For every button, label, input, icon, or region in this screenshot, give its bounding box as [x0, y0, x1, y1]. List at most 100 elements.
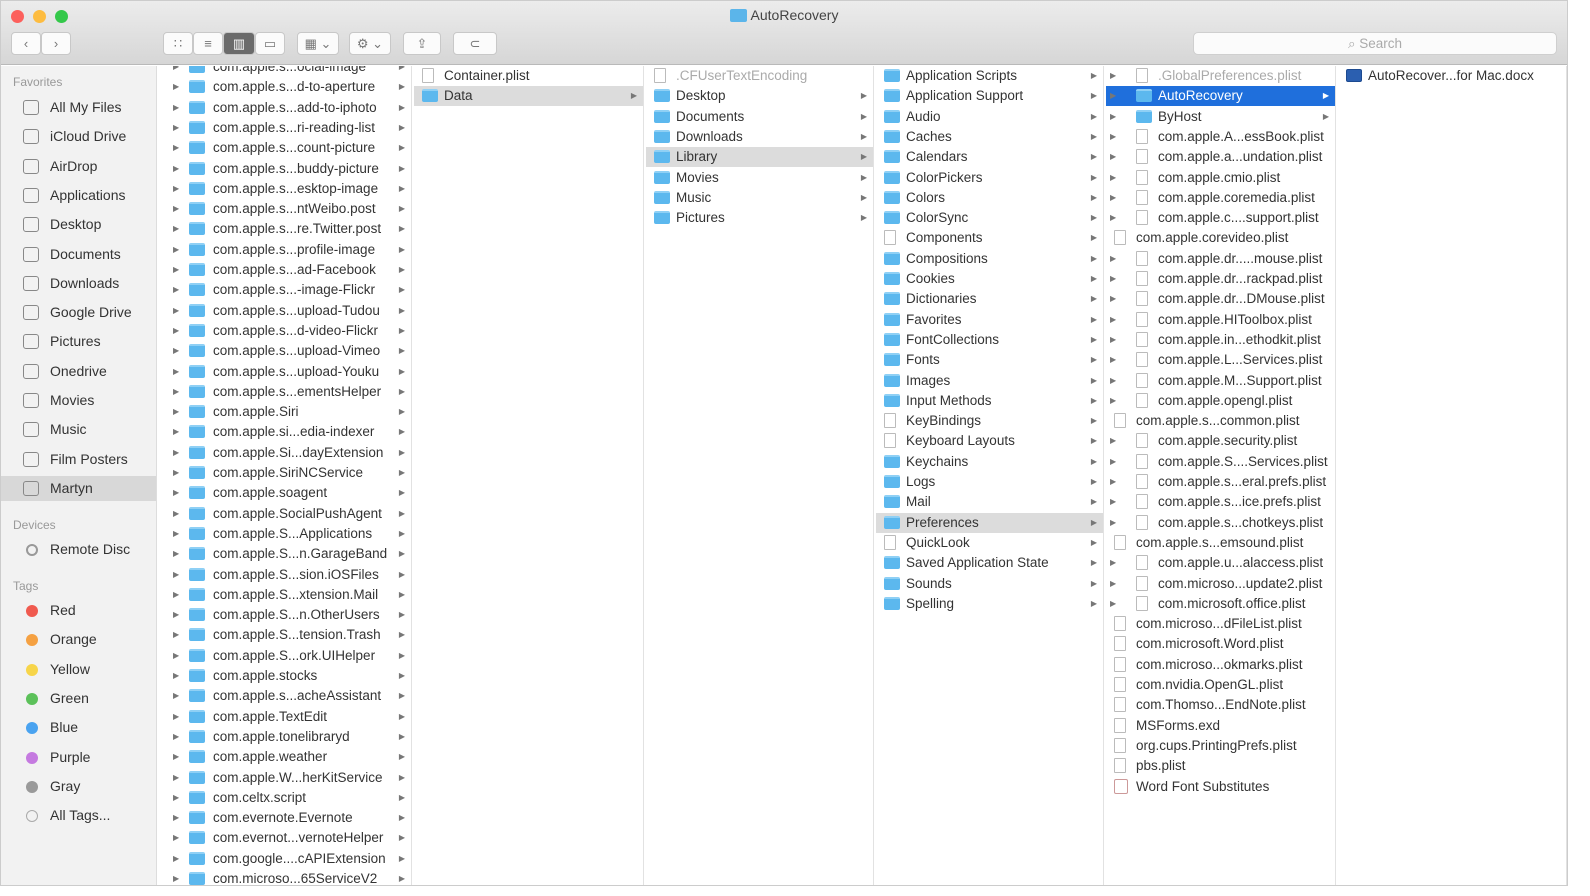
file-row[interactable]: org.cups.PrintingPrefs.plist: [1106, 736, 1335, 756]
folder-row[interactable]: Music▶: [646, 188, 873, 208]
folder-row[interactable]: ▶com.apple.si...edia-indexer▶: [159, 422, 411, 442]
folder-row[interactable]: Input Methods▶: [876, 391, 1103, 411]
folder-row[interactable]: ▶com.apple.s...ad-Facebook▶: [159, 260, 411, 280]
forward-button[interactable]: ›: [41, 32, 71, 55]
disclosure-triangle-icon[interactable]: ▶: [1110, 147, 1116, 167]
folder-row[interactable]: ▶com.apple.s...re.Twitter.post▶: [159, 219, 411, 239]
folder-row[interactable]: ▶com.apple.S...tension.Trash▶: [159, 625, 411, 645]
file-row[interactable]: ▶com.apple.opengl.plist: [1106, 391, 1335, 411]
list-view-button[interactable]: ≡: [193, 32, 223, 55]
disclosure-triangle-icon[interactable]: ▶: [1110, 289, 1116, 309]
folder-row[interactable]: Desktop▶: [646, 86, 873, 106]
disclosure-triangle-icon[interactable]: ▶: [173, 646, 179, 666]
folder-row[interactable]: Audio▶: [876, 107, 1103, 127]
folder-row[interactable]: ▶com.apple.SiriNCService▶: [159, 463, 411, 483]
disclosure-triangle-icon[interactable]: ▶: [173, 280, 179, 300]
sidebar-tag-alltags[interactable]: All Tags...: [1, 803, 156, 828]
folder-row[interactable]: ▶com.apple.s...count-picture▶: [159, 138, 411, 158]
sidebar-item-desktop[interactable]: Desktop: [1, 212, 156, 237]
sidebar-item-martyn[interactable]: Martyn: [1, 476, 156, 501]
disclosure-triangle-icon[interactable]: ▶: [173, 301, 179, 321]
disclosure-triangle-icon[interactable]: ▶: [173, 118, 179, 138]
disclosure-triangle-icon[interactable]: ▶: [173, 443, 179, 463]
file-row[interactable]: ▶com.apple.L...Services.plist: [1106, 350, 1335, 370]
disclosure-triangle-icon[interactable]: ▶: [1110, 431, 1116, 451]
disclosure-triangle-icon[interactable]: ▶: [173, 524, 179, 544]
file-row[interactable]: .CFUserTextEncoding: [646, 66, 873, 86]
disclosure-triangle-icon[interactable]: ▶: [173, 849, 179, 869]
folder-row[interactable]: Pictures▶: [646, 208, 873, 228]
folder-row[interactable]: ▶com.apple.stocks▶: [159, 666, 411, 686]
disclosure-triangle-icon[interactable]: ▶: [1110, 66, 1116, 86]
folder-row[interactable]: ▶com.microso...65ServiceV2▶: [159, 869, 411, 886]
disclosure-triangle-icon[interactable]: ▶: [1110, 574, 1116, 594]
disclosure-triangle-icon[interactable]: ▶: [173, 828, 179, 848]
disclosure-triangle-icon[interactable]: ▶: [173, 159, 179, 179]
sidebar-item-downloads[interactable]: Downloads: [1, 271, 156, 296]
file-row[interactable]: pbs.plist: [1106, 756, 1335, 776]
folder-row[interactable]: ▶AutoRecovery▶: [1106, 86, 1335, 106]
folder-row[interactable]: Dictionaries▶: [876, 289, 1103, 309]
disclosure-triangle-icon[interactable]: ▶: [1110, 594, 1116, 614]
folder-row[interactable]: ▶com.apple.weather▶: [159, 747, 411, 767]
tag-button[interactable]: ⊂: [453, 32, 497, 55]
folder-row[interactable]: Images▶: [876, 371, 1103, 391]
disclosure-triangle-icon[interactable]: ▶: [173, 179, 179, 199]
folder-row[interactable]: ▶com.apple.S...n.OtherUsers▶: [159, 605, 411, 625]
column-view-button[interactable]: ▥: [223, 32, 255, 55]
file-row[interactable]: QuickLook▶: [876, 533, 1103, 553]
disclosure-triangle-icon[interactable]: ▶: [1110, 472, 1116, 492]
file-row[interactable]: com.microso...dFileList.plist: [1106, 614, 1335, 634]
file-row[interactable]: AutoRecover...for Mac.docx: [1338, 66, 1566, 86]
file-row[interactable]: com.apple.s...common.plist: [1106, 411, 1335, 431]
file-row[interactable]: Keyboard Layouts▶: [876, 431, 1103, 451]
disclosure-triangle-icon[interactable]: ▶: [1110, 127, 1116, 147]
disclosure-triangle-icon[interactable]: ▶: [173, 219, 179, 239]
disclosure-triangle-icon[interactable]: ▶: [173, 869, 179, 886]
file-row[interactable]: MSForms.exd: [1106, 716, 1335, 736]
folder-row[interactable]: ▶com.apple.TextEdit▶: [159, 707, 411, 727]
disclosure-triangle-icon[interactable]: ▶: [173, 321, 179, 341]
disclosure-triangle-icon[interactable]: ▶: [173, 585, 179, 605]
disclosure-triangle-icon[interactable]: ▶: [173, 260, 179, 280]
file-row[interactable]: com.nvidia.OpenGL.plist: [1106, 675, 1335, 695]
back-button[interactable]: ‹: [11, 32, 41, 55]
sidebar-tag-blue[interactable]: Blue: [1, 715, 156, 740]
folder-row[interactable]: Keychains▶: [876, 452, 1103, 472]
sidebar-tag-yellow[interactable]: Yellow: [1, 657, 156, 682]
disclosure-triangle-icon[interactable]: ▶: [173, 504, 179, 524]
folder-row[interactable]: Cookies▶: [876, 269, 1103, 289]
folder-row[interactable]: Colors▶: [876, 188, 1103, 208]
file-row[interactable]: ▶com.apple.A...essBook.plist: [1106, 127, 1335, 147]
disclosure-triangle-icon[interactable]: ▶: [173, 463, 179, 483]
sidebar-item-airdrop[interactable]: AirDrop: [1, 154, 156, 179]
folder-row[interactable]: ▶com.apple.S...ork.UIHelper▶: [159, 646, 411, 666]
disclosure-triangle-icon[interactable]: ▶: [173, 686, 179, 706]
disclosure-triangle-icon[interactable]: ▶: [173, 788, 179, 808]
disclosure-triangle-icon[interactable]: ▶: [173, 666, 179, 686]
sidebar-tag-orange[interactable]: Orange: [1, 627, 156, 652]
sidebar-tag-gray[interactable]: Gray: [1, 774, 156, 799]
sidebar-item-film-posters[interactable]: Film Posters: [1, 447, 156, 472]
disclosure-triangle-icon[interactable]: ▶: [173, 768, 179, 788]
disclosure-triangle-icon[interactable]: ▶: [173, 605, 179, 625]
file-row[interactable]: ▶.GlobalPreferences.plist: [1106, 66, 1335, 86]
file-row[interactable]: Container.plist: [414, 66, 643, 86]
folder-row[interactable]: ▶com.apple.s...acheAssistant▶: [159, 686, 411, 706]
folder-row[interactable]: Documents▶: [646, 107, 873, 127]
folder-row[interactable]: ▶com.evernot...vernoteHelper▶: [159, 828, 411, 848]
folder-row[interactable]: Sounds▶: [876, 574, 1103, 594]
share-button[interactable]: ⇪: [403, 32, 441, 55]
disclosure-triangle-icon[interactable]: ▶: [173, 77, 179, 97]
folder-row[interactable]: Caches▶: [876, 127, 1103, 147]
file-row[interactable]: com.microso...okmarks.plist: [1106, 655, 1335, 675]
folder-row[interactable]: Library▶: [646, 147, 873, 167]
folder-row[interactable]: ▶com.apple.W...herKitService▶: [159, 768, 411, 788]
disclosure-triangle-icon[interactable]: ▶: [1110, 310, 1116, 330]
disclosure-triangle-icon[interactable]: ▶: [173, 727, 179, 747]
arrange-button[interactable]: ▦ ⌄: [297, 32, 339, 55]
folder-row[interactable]: ▶com.apple.s...ocial-image▶: [159, 66, 411, 77]
folder-row[interactable]: ▶com.apple.s...upload-Youku▶: [159, 362, 411, 382]
file-row[interactable]: ▶com.microsoft.office.plist: [1106, 594, 1335, 614]
file-row[interactable]: Components▶: [876, 228, 1103, 248]
